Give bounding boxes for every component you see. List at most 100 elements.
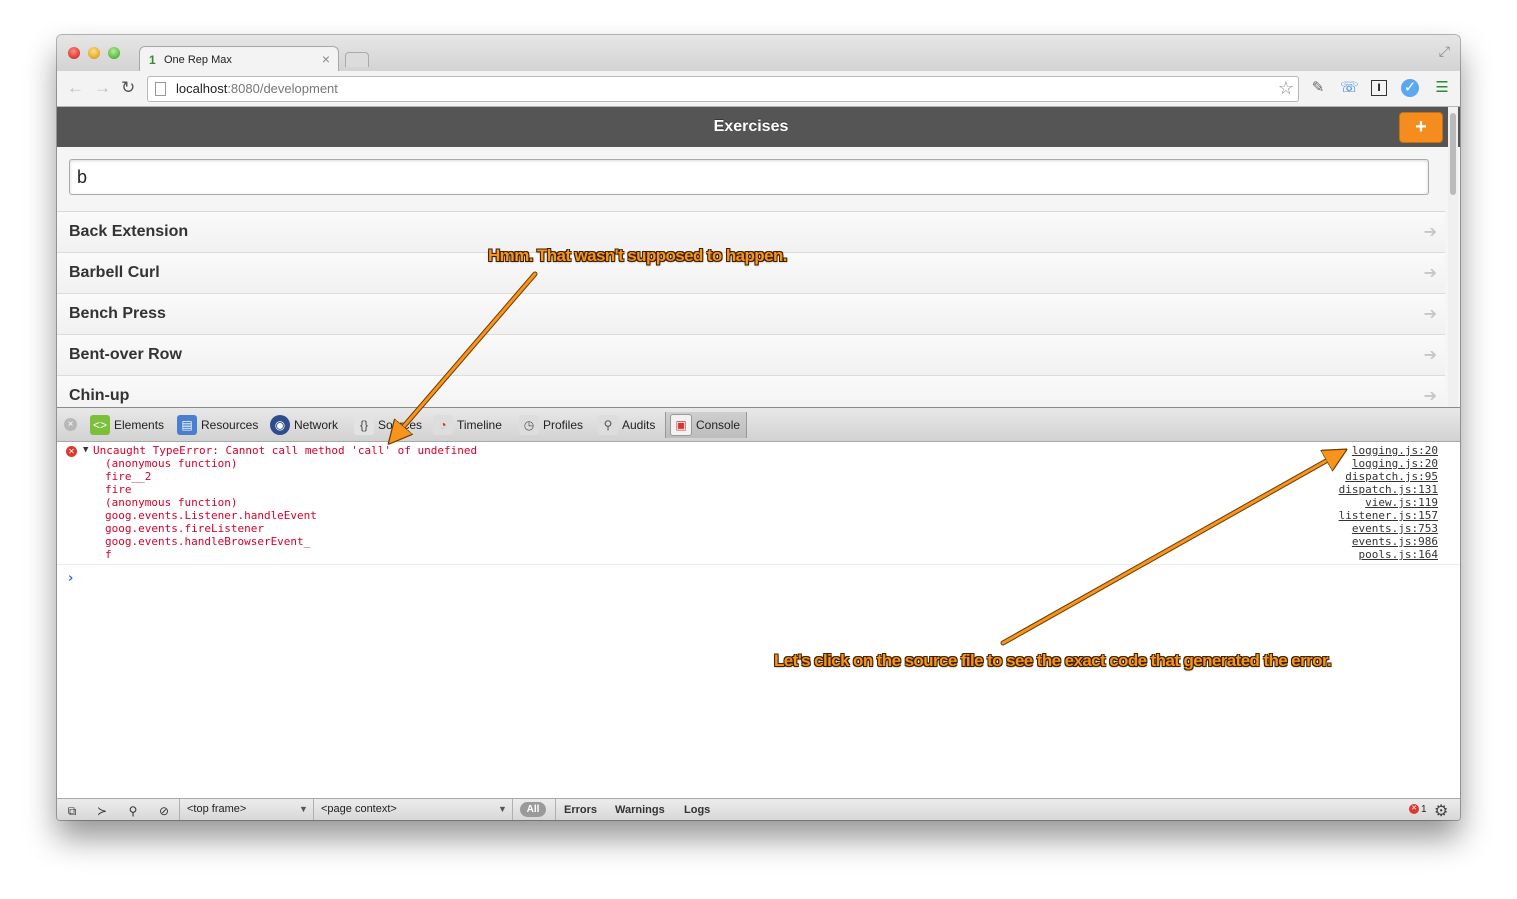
minimize-window-button[interactable] [88, 47, 100, 59]
tab-title: One Rep Max [164, 54, 232, 66]
arrow-right-icon: ➔ [1423, 388, 1437, 405]
tab-strip: 1 One Rep Max × ⤢ [57, 35, 1460, 73]
stack-source-link[interactable]: dispatch.js:131 [1339, 483, 1438, 496]
stack-source-link[interactable]: view.js:119 [1365, 496, 1438, 509]
add-exercise-button[interactable]: + [1399, 112, 1443, 143]
stack-frame: (anonymous function) [105, 496, 238, 509]
stack-source-link[interactable]: pools.js:164 [1359, 548, 1438, 561]
stack-source-link[interactable]: listener.js:157 [1339, 509, 1438, 522]
exercise-name: Bent-over Row [69, 346, 182, 363]
console-prompt[interactable]: › [68, 571, 73, 586]
wrench-icon[interactable]: ✎ [1309, 79, 1327, 97]
console-error-message: ✕ ▼ Uncaught TypeError: Cannot call meth… [57, 442, 1460, 565]
bookmark-star-icon[interactable]: ☆ [1278, 78, 1294, 99]
app-header: Exercises + [57, 107, 1460, 147]
search-bar: b [57, 147, 1445, 212]
gear-icon[interactable]: ⚙ [1434, 801, 1448, 820]
clear-console-icon[interactable]: ⊘ [155, 803, 173, 819]
chevron-down-icon[interactable]: ▼ [299, 804, 308, 814]
address-bar[interactable]: localhost:8080/development ☆ [147, 76, 1299, 102]
page-title: Exercises [713, 118, 789, 135]
tab-sources[interactable]: {} Sources [354, 412, 422, 438]
exercise-name: Back Extension [69, 223, 189, 240]
back-icon[interactable]: ← [67, 78, 84, 98]
show-drawer-icon[interactable]: ≻ [93, 803, 111, 819]
stack-source-link[interactable]: events.js:753 [1352, 522, 1438, 535]
annotation-bottom: Let's click on the source file to see th… [774, 651, 1332, 670]
scroll-thumb[interactable] [1450, 113, 1456, 195]
devtools-close-icon[interactable]: × [64, 418, 77, 431]
stack-frame: (anonymous function) [105, 457, 238, 470]
filter-warnings[interactable]: Warnings [615, 804, 665, 816]
frame-select[interactable]: <top frame> [187, 803, 246, 815]
browser-toolbar: ← → ↻ localhost:8080/development ☆ ✎ ☏ I… [57, 71, 1460, 107]
tab-label: Console [696, 418, 741, 432]
fullscreen-icon[interactable]: ⤢ [1439, 43, 1450, 60]
tab-label: Timeline [457, 418, 502, 432]
filter-logs[interactable]: Logs [684, 804, 710, 816]
tab-close-icon[interactable]: × [322, 51, 330, 67]
menu-icon[interactable]: ☰ [1433, 79, 1451, 97]
tab-elements[interactable]: <> Elements [90, 412, 164, 438]
devtools-toolbar: × <> Elements ▤ Resources ◉ Network {} Sourc… [57, 408, 1460, 442]
exercise-name: Bench Press [69, 305, 166, 322]
resources-icon: ▤ [177, 415, 197, 435]
extension-circle-icon[interactable]: ✓ [1401, 79, 1419, 97]
search-input[interactable]: b [69, 159, 1429, 195]
expand-triangle-icon[interactable]: ▼ [83, 445, 88, 455]
error-icon: ✕ [1409, 804, 1419, 815]
stack-frame: goog.events.Listener.handleEvent [105, 509, 317, 522]
context-select[interactable]: <page context> [321, 803, 397, 815]
search-icon[interactable]: ⚲ [124, 803, 142, 819]
page-scrollbar[interactable] [1448, 107, 1458, 407]
tab-network[interactable]: ◉ Network [270, 412, 338, 438]
devtools-status-bar: ⧉ ≻ ⚲ ⊘ <top frame> ▼ <page context> ▼ A… [57, 798, 1460, 820]
console-output: ✕ ▼ Uncaught TypeError: Cannot call meth… [57, 442, 1460, 586]
tab-label: Profiles [543, 418, 584, 432]
list-item[interactable]: Bent-over Row ➔ [57, 335, 1445, 376]
console-icon: ▣ [670, 414, 692, 436]
tab-label: Resources [201, 418, 259, 432]
filter-errors[interactable]: Errors [564, 804, 597, 816]
separator [313, 799, 314, 820]
stack-frame: fire__2 [105, 470, 152, 483]
extension-instapaper-icon[interactable]: I [1371, 80, 1387, 96]
chevron-down-icon[interactable]: ▼ [498, 804, 507, 814]
stack-source-link[interactable]: events.js:986 [1352, 535, 1438, 548]
network-icon: ◉ [270, 415, 290, 435]
tab-label: Elements [114, 418, 165, 432]
arrow-right-icon: ➔ [1423, 224, 1437, 241]
tab-audits[interactable]: ⚲ Audits [598, 412, 655, 438]
tab-timeline[interactable]: ◔ Timeline [433, 412, 502, 438]
tab-label: Sources [378, 418, 423, 432]
tab-profiles[interactable]: ◷ Profiles [519, 412, 583, 438]
new-tab-button[interactable] [345, 52, 369, 67]
stack-frame: goog.events.fireListener [105, 522, 264, 535]
extension-skype-icon[interactable]: ☏ [1340, 79, 1359, 97]
error-text: Uncaught TypeError: Cannot call method '… [93, 444, 478, 457]
elements-icon: <> [90, 415, 110, 435]
list-item[interactable]: Chin-up ➔ [57, 376, 1445, 407]
close-window-button[interactable] [68, 47, 80, 59]
tab-console[interactable]: ▣ Console [665, 412, 748, 438]
error-count[interactable]: ✕ 1 [1409, 804, 1427, 815]
browser-tab[interactable]: 1 One Rep Max × [139, 46, 339, 73]
zoom-window-button[interactable] [108, 47, 120, 59]
separator [512, 799, 513, 820]
dock-icon[interactable]: ⧉ [63, 803, 81, 819]
stack-source-link[interactable]: logging.js:20 [1352, 444, 1438, 457]
favicon-icon: 1 [149, 53, 156, 67]
url-text[interactable]: localhost:8080/development [176, 81, 338, 96]
stack-source-link[interactable]: dispatch.js:95 [1345, 470, 1438, 483]
timeline-icon: ◔ [433, 415, 453, 435]
stack-source-link[interactable]: logging.js:20 [1352, 457, 1438, 470]
list-item[interactable]: Bench Press ➔ [57, 294, 1445, 335]
tab-resources[interactable]: ▤ Resources [177, 412, 258, 438]
browser-window: 1 One Rep Max × ⤢ ← → ↻ localhost:8080/d… [57, 35, 1460, 820]
tab-label: Network [294, 418, 339, 432]
forward-icon[interactable]: → [94, 78, 111, 98]
reload-icon[interactable]: ↻ [121, 78, 135, 98]
filter-all[interactable]: All [520, 802, 546, 817]
stack-frame: fire [105, 483, 132, 496]
devtools-panel: × <> Elements ▤ Resources ◉ Network {} Sourc… [57, 407, 1460, 820]
